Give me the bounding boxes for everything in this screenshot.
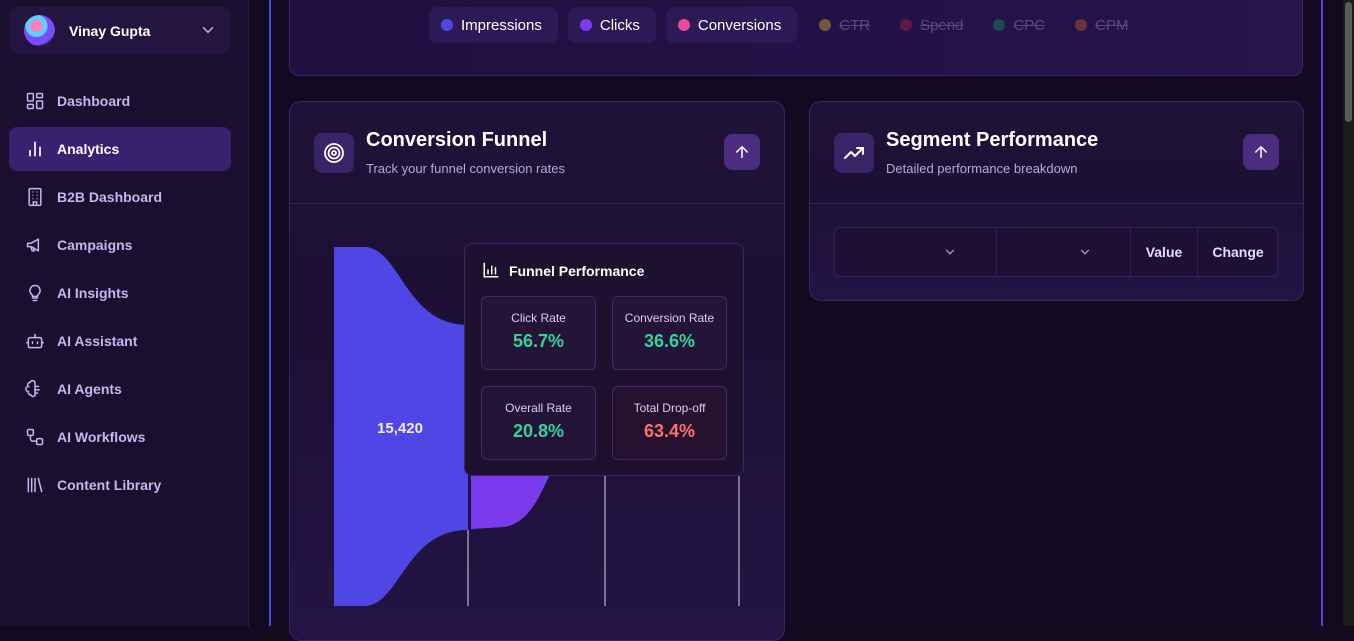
legend-cpm[interactable]: CPM <box>1063 7 1142 43</box>
legend-dot <box>441 19 453 31</box>
sidebar-nav: Dashboard Analytics B2B Dashboard Campai… <box>9 79 231 511</box>
sidebar-item-label: AI Insights <box>57 285 129 301</box>
legend-dot <box>1075 19 1088 31</box>
building-icon <box>28 187 42 207</box>
sidebar-item-b2b-dashboard[interactable]: B2B Dashboard <box>9 175 231 219</box>
arrow-up-button[interactable] <box>724 134 760 170</box>
legend-label: Conversions <box>697 16 782 34</box>
bot-icon <box>25 333 45 349</box>
card-title: Conversion Funnel <box>366 129 548 151</box>
metric-value: 56.7% <box>512 331 565 351</box>
metric-label: Overall Rate <box>505 401 572 415</box>
legend-clicks[interactable]: Clicks <box>567 7 656 43</box>
legend-dot <box>900 19 913 31</box>
legend-label: Spend <box>920 16 964 34</box>
funnel-stage-clicks <box>471 470 552 529</box>
metric-conversion-rate: Conversion Rate 36.6% <box>612 296 727 370</box>
legend-ctr[interactable]: CTR <box>807 7 884 43</box>
card-subtitle: Track your funnel conversion rates <box>366 161 565 176</box>
sidebar-item-label: B2B Dashboard <box>57 189 163 205</box>
sidebar: Vinay Gupta Dashboard Analytics B2B Dash… <box>0 0 249 626</box>
legend-label: Clicks <box>599 16 640 34</box>
legend-label: CPM <box>1095 16 1129 34</box>
chevron-down-icon <box>945 249 955 255</box>
legend-label: CPC <box>1013 16 1046 34</box>
chart-legend: Impressions Clicks Conversions CTR Spend… <box>429 7 1146 43</box>
sidebar-item-label: Content Library <box>57 477 162 493</box>
legend-spend[interactable]: Spend <box>888 7 977 43</box>
panel-title: Funnel Performance <box>509 263 645 279</box>
metric-label: Total Drop-off <box>633 401 706 415</box>
legend-label: Impressions <box>461 16 542 34</box>
card-title: Segment Performance <box>886 129 1099 151</box>
chevron-down-icon <box>202 27 214 33</box>
column-header-change[interactable]: Change <box>1198 228 1278 276</box>
legend-dot <box>677 19 690 31</box>
segment-dropdown-2[interactable] <box>997 228 1130 276</box>
card-header: Segment Performance Detailed performance… <box>810 102 1303 204</box>
legend-dot <box>579 19 592 31</box>
sidebar-item-dashboard[interactable]: Dashboard <box>9 79 231 123</box>
dashboard-icon <box>26 92 44 110</box>
brain-icon <box>25 380 40 398</box>
page-scrollbar[interactable] <box>1343 0 1354 626</box>
funnel-value-label: 15,420 <box>377 420 423 437</box>
legend-conversions[interactable]: Conversions <box>665 7 798 43</box>
arrow-up-icon <box>1255 146 1267 158</box>
target-icon <box>314 133 354 173</box>
legend-dot <box>819 19 832 31</box>
sidebar-item-label: Dashboard <box>57 93 131 109</box>
sidebar-item-label: AI Workflows <box>57 429 146 445</box>
avatar <box>24 15 55 46</box>
bar-chart-icon <box>483 262 499 278</box>
column-header-value[interactable]: Value <box>1131 228 1197 276</box>
trending-up-icon <box>834 133 874 173</box>
segment-table-header: Value Change <box>834 227 1278 277</box>
user-name: Vinay Gupta <box>69 23 151 39</box>
sidebar-item-content-library[interactable]: Content Library <box>9 463 231 507</box>
card-subtitle: Detailed performance breakdown <box>886 161 1078 176</box>
library-icon <box>27 477 43 493</box>
lightbulb-icon <box>29 284 41 302</box>
legend-impressions[interactable]: Impressions <box>429 7 558 43</box>
chevron-down-icon <box>1080 249 1090 255</box>
metric-value: 36.6% <box>643 331 696 351</box>
sidebar-item-ai-workflows[interactable]: AI Workflows <box>9 415 231 459</box>
sidebar-item-analytics[interactable]: Analytics <box>9 127 231 171</box>
sidebar-item-ai-assistant[interactable]: AI Assistant <box>9 319 231 363</box>
metric-value: 20.8% <box>512 421 565 441</box>
megaphone-icon <box>26 238 40 252</box>
arrow-up-icon <box>736 146 748 158</box>
sidebar-item-ai-agents[interactable]: AI Agents <box>9 367 231 411</box>
metric-click-rate: Click Rate 56.7% <box>481 296 596 370</box>
legend-cpc[interactable]: CPC <box>981 7 1059 43</box>
sidebar-item-label: Analytics <box>57 141 120 157</box>
workflow-icon <box>26 428 44 446</box>
legend-dot <box>993 19 1006 31</box>
sidebar-item-label: AI Agents <box>57 381 122 397</box>
bar-chart-icon <box>29 141 41 157</box>
sidebar-item-ai-insights[interactable]: AI Insights <box>9 271 231 315</box>
legend-label: CTR <box>839 16 871 34</box>
metric-value: 63.4% <box>643 421 696 441</box>
metric-label: Click Rate <box>511 311 566 325</box>
scrollbar-thumb[interactable] <box>1345 2 1352 122</box>
metric-label: Conversion Rate <box>624 311 715 325</box>
card-header: Conversion Funnel Track your funnel conv… <box>290 102 784 204</box>
sidebar-item-label: Campaigns <box>57 237 133 253</box>
metric-total-drop-off: Total Drop-off 63.4% <box>612 386 727 460</box>
user-menu[interactable]: Vinay Gupta <box>9 7 231 54</box>
sidebar-item-label: AI Assistant <box>57 333 138 349</box>
segment-dropdown-1[interactable] <box>835 228 995 276</box>
sidebar-item-campaigns[interactable]: Campaigns <box>9 223 231 267</box>
funnel-performance-panel: Funnel Performance Click Rate 56.7% Conv… <box>464 243 744 476</box>
metric-overall-rate: Overall Rate 20.8% <box>481 386 596 460</box>
arrow-up-button[interactable] <box>1243 134 1279 170</box>
